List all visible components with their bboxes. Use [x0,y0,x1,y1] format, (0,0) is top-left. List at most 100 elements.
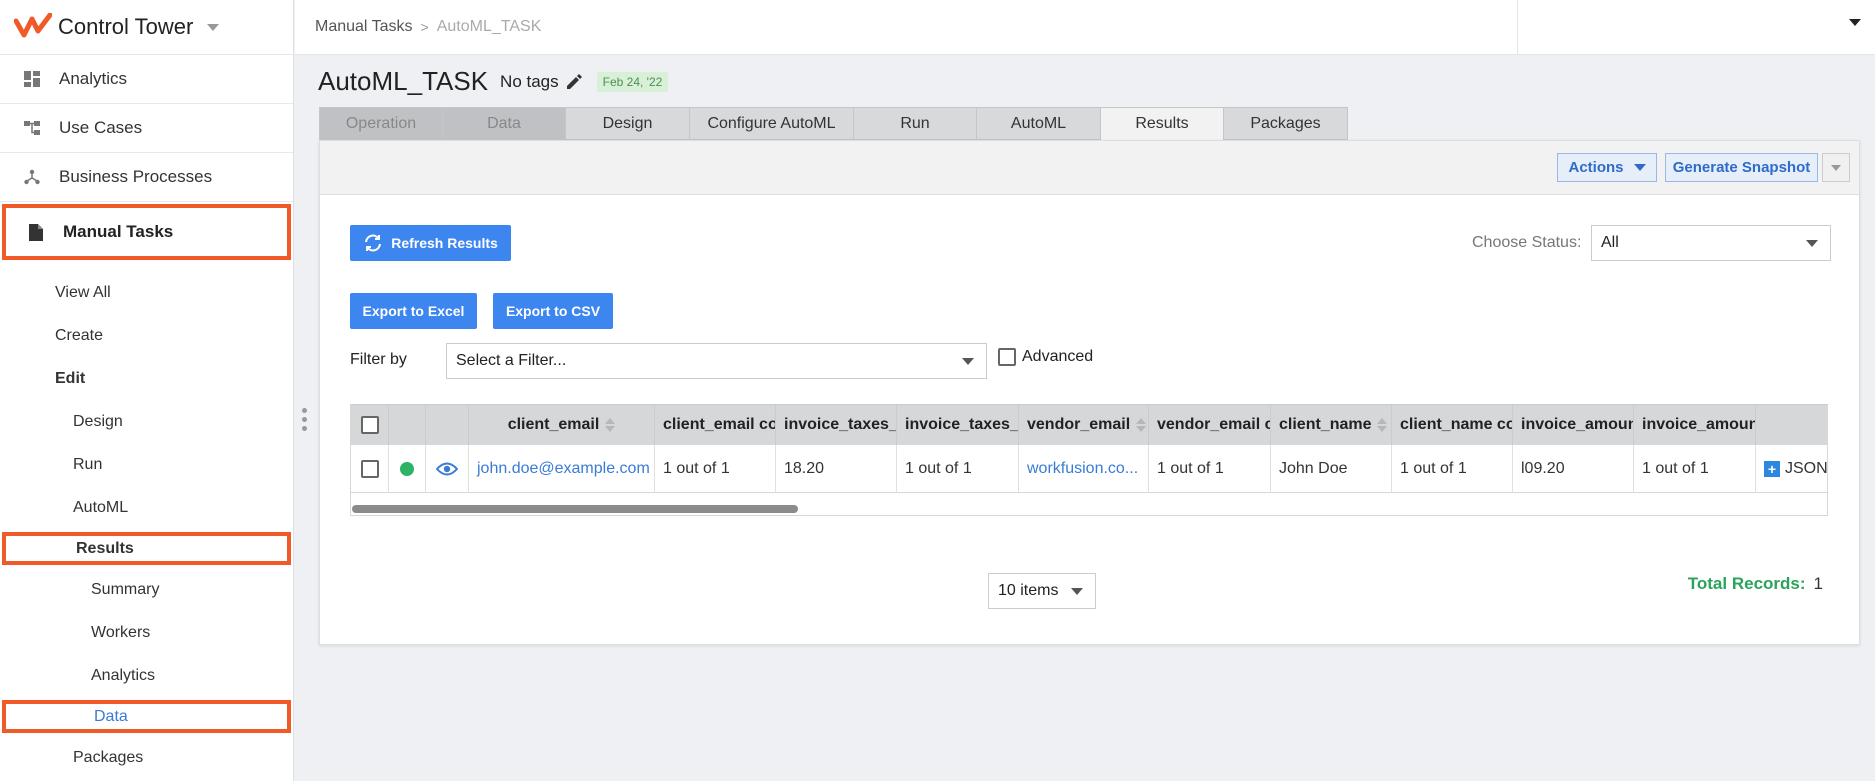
total-records: Total Records: 1 [1688,574,1823,594]
column-header[interactable]: client_email [469,405,655,445]
sidebar-sub-edit[interactable]: Edit [0,357,293,400]
column-header[interactable]: invoice_taxes_ar [897,405,1019,445]
sidebar-sub-design[interactable]: Design [0,400,293,443]
column-header[interactable]: vendor_email [1019,405,1149,445]
filter-select[interactable]: Select a Filter... [446,343,987,379]
tags-label: No tags [500,71,559,91]
chevron-down-icon[interactable] [207,23,220,31]
column-header[interactable]: invoice_amount [1513,405,1634,445]
tab-bar: Operation Data Design Configure AutoML R… [319,107,1348,141]
page-size-select[interactable]: 10 items [988,573,1096,609]
column-header[interactable]: client_name [1271,405,1392,445]
status-select[interactable]: All [1591,225,1831,261]
column-header[interactable]: invoice_amount [1634,405,1756,445]
actions-button[interactable]: Actions [1557,153,1657,182]
sidebar-sub-automl[interactable]: AutoML [0,486,293,529]
panel-toolbar: Actions Generate Snapshot [320,141,1859,195]
snapshot-menu-button[interactable] [1822,153,1850,182]
pencil-icon[interactable] [565,73,583,91]
sidebar-sub-run[interactable]: Run [0,443,293,486]
horizontal-scrollbar[interactable] [351,503,1827,515]
refresh-results-button[interactable]: Refresh Results [350,225,511,261]
sort-icon[interactable] [605,418,616,432]
results-table: client_email client_email con invoice_ta… [350,404,1828,516]
eye-icon[interactable] [436,462,458,476]
scrollbar-thumb[interactable] [352,505,798,513]
filter-label: Filter by [350,351,407,368]
top-bar: Manual Tasks > AutoML_TASK [295,0,1875,55]
sidebar-sub-data[interactable]: Data [2,700,291,733]
sidebar-item-use-cases[interactable]: Use Cases [0,104,293,153]
table-cell: 1 out of 1 [1149,445,1271,492]
sidebar-sub-workers[interactable]: Workers [0,611,293,654]
column-header[interactable]: client_email con [655,405,776,445]
page-size-value: 10 items [998,582,1059,599]
sidebar-resize-handle[interactable] [302,408,307,431]
snapshot-label: Generate Snapshot [1672,159,1811,176]
sidebar-sub-summary[interactable]: Summary [0,568,293,611]
tab-run[interactable]: Run [853,107,977,140]
column-header [1756,405,1827,445]
results-panel: Actions Generate Snapshot Refresh Result… [319,140,1860,645]
chevron-down-icon[interactable] [1849,19,1861,26]
table-cell: 18.20 [776,445,897,492]
tab-packages[interactable]: Packages [1223,107,1348,140]
view-col-header [426,405,469,445]
sidebar-item-business-processes[interactable]: Business Processes [0,153,293,202]
advanced-toggle[interactable]: Advanced [998,348,1093,366]
column-header-label: client_name [1279,416,1372,433]
sidebar-item-label: Analytics [59,69,128,88]
chevron-down-icon [1633,164,1646,171]
generate-snapshot-button[interactable]: Generate Snapshot [1665,153,1818,182]
refresh-label: Refresh Results [391,235,498,251]
row-checkbox[interactable] [360,459,379,478]
sidebar-sub-results[interactable]: Results [2,532,291,565]
status-col-header [389,405,426,445]
sidebar-sub-packages[interactable]: Packages [0,736,293,779]
breadcrumb: Manual Tasks > AutoML_TASK [315,18,541,36]
app-brand[interactable]: Control Tower [0,0,293,55]
table-cell[interactable]: john.doe@example.com [469,445,655,492]
chevron-right-icon: > [420,19,429,35]
column-header[interactable]: vendor_email co [1149,405,1271,445]
sort-icon[interactable] [1136,418,1147,432]
tab-design[interactable]: Design [565,107,690,140]
view-cell [426,445,469,492]
table-cell: John Doe [1271,445,1392,492]
column-header[interactable]: invoice_taxes_ar [776,405,897,445]
total-records-label: Total Records: [1687,574,1806,593]
advanced-checkbox[interactable] [998,348,1016,366]
table-row[interactable]: john.doe@example.com 1 out of 1 18.20 1 … [351,445,1827,493]
tab-operation[interactable]: Operation [319,107,443,140]
sidebar-item-manual-tasks[interactable]: Manual Tasks [2,204,291,260]
row-select-cell [351,445,389,492]
sidebar-sub-create[interactable]: Create [0,314,293,357]
export-csv-button[interactable]: Export to CSV [493,293,613,329]
handle-dot [302,417,307,422]
table-cell: 1 out of 1 [1634,445,1756,492]
sidebar-item-analytics[interactable]: Analytics [0,55,293,104]
breadcrumb-parent[interactable]: Manual Tasks [315,18,413,36]
tab-results[interactable]: Results [1100,107,1224,141]
table-header-row: client_email client_email con invoice_ta… [351,404,1827,445]
select-all-checkbox[interactable] [360,416,379,434]
sidebar: Control Tower Analytics Use Cases Busine… [0,0,294,781]
column-header[interactable]: client_name con [1392,405,1513,445]
tab-automl[interactable]: AutoML [976,107,1101,140]
chevron-down-icon [962,358,974,365]
json-label: JSON [1785,459,1828,477]
sidebar-sub-view-all[interactable]: View All [0,271,293,314]
user-menu[interactable] [1517,0,1875,54]
choose-status-label: Choose Status: [1472,234,1582,251]
json-cell[interactable]: + JSON [1756,445,1828,492]
sidebar-sub-analytics[interactable]: Analytics [0,654,293,697]
hierarchy-icon [22,118,42,138]
dashboard-icon [22,69,42,89]
document-icon [26,222,46,242]
tab-data[interactable]: Data [442,107,566,140]
sort-icon[interactable] [1377,418,1388,432]
table-cell[interactable]: workfusion.co... [1019,445,1149,492]
export-excel-button[interactable]: Export to Excel [350,293,477,329]
table-cell: 1 out of 1 [655,445,776,492]
tab-configure-automl[interactable]: Configure AutoML [689,107,854,140]
